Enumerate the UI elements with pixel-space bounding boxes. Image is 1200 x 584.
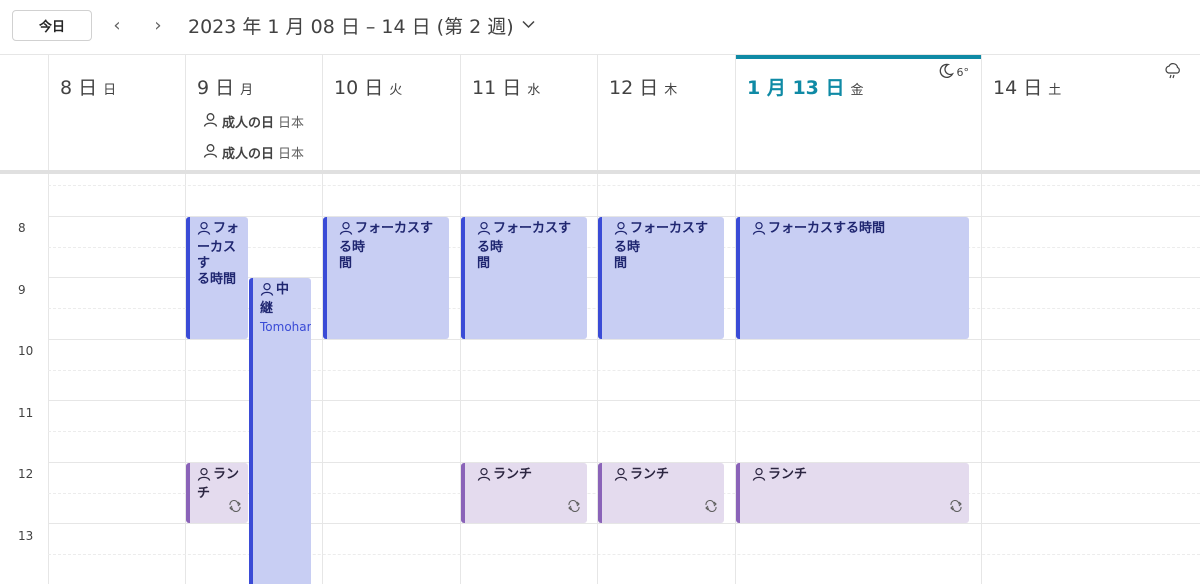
calendar-toolbar: 今日 ‹ › 2023 年 1 月 08 日 – 14 日 (第 2 週)	[0, 0, 1200, 54]
time-label: 9	[18, 283, 26, 297]
hour-line	[48, 523, 1200, 524]
event-title-line: フォ	[213, 221, 240, 236]
event-organizer: Tomohar	[260, 320, 311, 334]
weekday-label: 水	[527, 83, 541, 98]
time-label: 12	[18, 467, 34, 481]
weekday-label: 日	[103, 83, 117, 98]
event-relay-mon[interactable]: 中 継 Tomohar	[249, 278, 311, 584]
weekday-label: 月	[240, 83, 254, 98]
event-title-line: フォーカスする時	[477, 221, 572, 255]
all-day-event-sub: 日本	[278, 146, 305, 162]
person-icon	[197, 467, 211, 486]
event-title-line: ーカスす	[197, 240, 237, 271]
person-icon	[752, 221, 766, 240]
today-button[interactable]: 今日	[12, 10, 92, 41]
weekday-label: 木	[664, 83, 678, 98]
day-header-wed[interactable]: 11 日水	[460, 55, 597, 171]
chevron-down-icon	[522, 18, 535, 33]
chevron-left-icon[interactable]: ‹	[105, 12, 129, 38]
event-title-line: 間	[614, 256, 628, 271]
weekday-label: 土	[1048, 83, 1062, 98]
day-label: 9 日	[197, 77, 235, 99]
time-label: 8	[18, 221, 26, 235]
recurring-icon	[704, 499, 718, 517]
weather-forecast[interactable]	[1164, 63, 1182, 82]
day-label: 12 日	[609, 77, 659, 99]
day-header-sat[interactable]: 14 日土	[981, 55, 1200, 171]
all-day-event[interactable]: 成人の日 日本	[203, 141, 313, 163]
weekday-label: 火	[389, 83, 403, 98]
event-title-line: る時間	[197, 272, 237, 287]
event-title: ランチ	[493, 467, 533, 482]
half-hour-line	[48, 554, 1200, 555]
event-title-line: 間	[339, 256, 353, 271]
day-header-fri-today[interactable]: 1 月 13 日金 6°	[735, 55, 981, 171]
event-title-line: チ	[197, 486, 211, 501]
person-icon	[203, 143, 218, 162]
chevron-right-icon[interactable]: ›	[146, 12, 170, 38]
hour-line	[48, 400, 1200, 401]
person-icon	[197, 221, 211, 240]
all-day-event-sub: 日本	[278, 115, 305, 131]
weather-forecast[interactable]: 6°	[938, 63, 970, 82]
person-icon	[752, 467, 766, 486]
weather-temp: 6°	[956, 66, 970, 79]
person-icon	[339, 221, 353, 240]
event-title-line: ラン	[213, 467, 240, 482]
event-title-line: 継	[260, 301, 274, 316]
person-icon	[477, 467, 491, 486]
time-grid[interactable]: 8 9 10 11 12 13 フォ ーカスす る時間 中 継 Tomohar …	[0, 174, 1200, 584]
half-hour-line	[48, 431, 1200, 432]
all-day-event[interactable]: 成人の日 日本	[203, 110, 313, 132]
day-header-thu[interactable]: 12 日木	[597, 55, 735, 171]
weekday-label: 金	[850, 83, 864, 98]
event-lunch-thu[interactable]: ランチ	[598, 463, 724, 523]
event-title-line: 間	[477, 256, 491, 271]
recurring-icon	[949, 499, 963, 517]
date-range-label: 2023 年 1 月 08 日 – 14 日 (第 2 週)	[188, 15, 514, 38]
day-label: 1 月 13 日	[747, 77, 845, 99]
day-label: 8 日	[60, 77, 98, 99]
cloud-rain-icon	[1164, 63, 1182, 82]
recurring-icon	[228, 499, 242, 517]
event-lunch-fri[interactable]: ランチ	[736, 463, 969, 523]
week-header: 8 日日 9 日月 成人の日 日本 成人の日 日本 10 日火 11 日水 12…	[0, 54, 1200, 171]
day-label: 14 日	[993, 77, 1043, 99]
today-indicator	[736, 55, 981, 59]
day-header-tue[interactable]: 10 日火	[322, 55, 460, 171]
person-icon	[260, 282, 274, 301]
event-title: ランチ	[768, 467, 808, 482]
half-hour-line	[48, 370, 1200, 371]
event-title-line: フォーカスする時	[339, 221, 434, 255]
date-range-picker[interactable]: 2023 年 1 月 08 日 – 14 日 (第 2 週)	[188, 12, 535, 38]
all-day-event-title: 成人の日	[222, 146, 275, 162]
recurring-icon	[567, 499, 581, 517]
event-focus-fri[interactable]: フォーカスする時間	[736, 217, 969, 339]
event-focus-mon[interactable]: フォ ーカスす る時間	[186, 217, 248, 339]
person-icon	[614, 221, 628, 240]
day-label: 11 日	[472, 77, 522, 99]
event-title-line: 中	[276, 282, 290, 297]
hour-line	[48, 339, 1200, 340]
day-header-mon[interactable]: 9 日月 成人の日 日本 成人の日 日本	[185, 55, 322, 171]
event-focus-tue[interactable]: フォーカスする時 間	[323, 217, 449, 339]
event-lunch-mon[interactable]: ラン チ	[186, 463, 248, 523]
time-label: 13	[18, 529, 34, 543]
event-title: フォーカスする時間	[768, 221, 886, 236]
half-hour-line	[48, 185, 1200, 186]
event-focus-wed[interactable]: フォーカスする時 間	[461, 217, 587, 339]
person-icon	[203, 112, 218, 131]
event-focus-thu[interactable]: フォーカスする時 間	[598, 217, 724, 339]
time-label: 11	[18, 406, 34, 420]
moon-icon	[938, 63, 954, 82]
day-header-sun[interactable]: 8 日日	[48, 55, 185, 171]
day-label: 10 日	[334, 77, 384, 99]
event-title-line: フォーカスする時	[614, 221, 709, 255]
time-label: 10	[18, 344, 34, 358]
event-lunch-wed[interactable]: ランチ	[461, 463, 587, 523]
person-icon	[614, 467, 628, 486]
person-icon	[477, 221, 491, 240]
all-day-event-title: 成人の日	[222, 115, 275, 131]
event-title: ランチ	[630, 467, 670, 482]
